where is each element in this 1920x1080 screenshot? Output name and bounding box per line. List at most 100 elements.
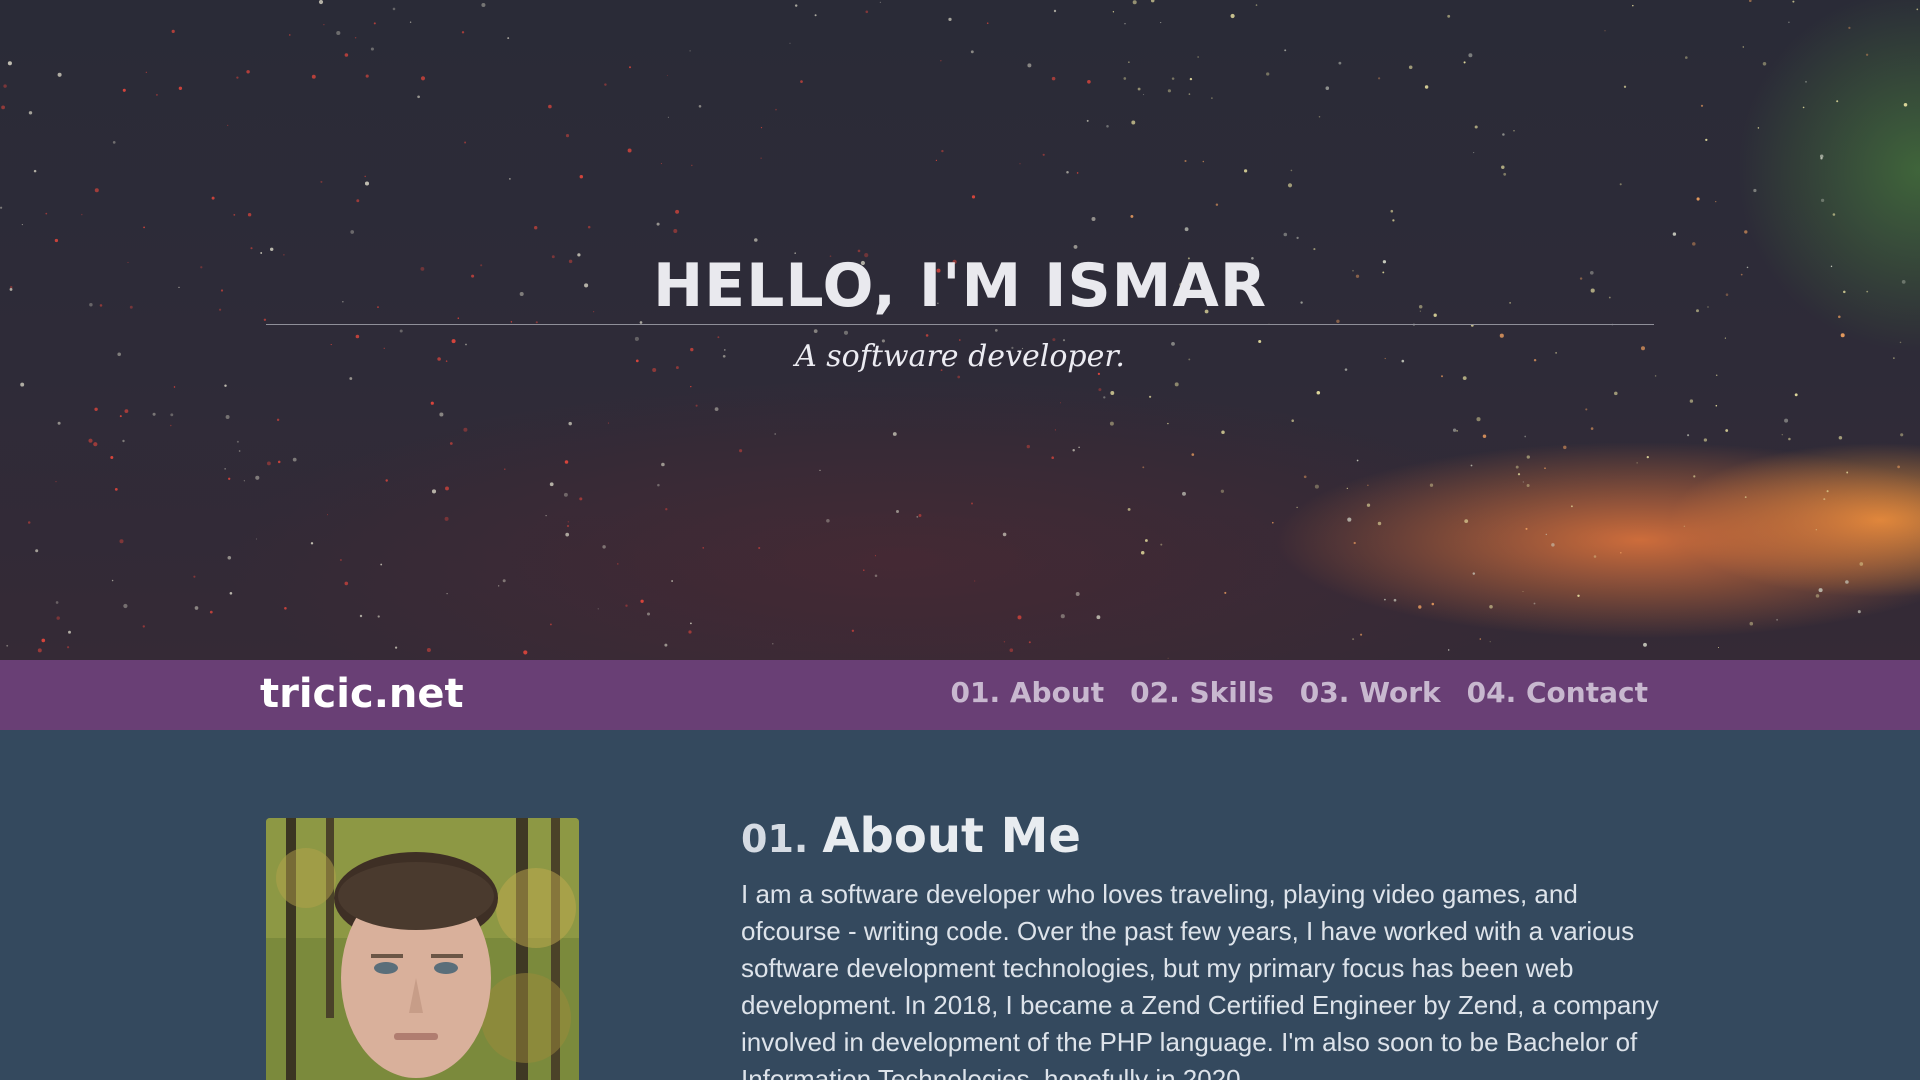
star <box>640 599 644 603</box>
nav-link-work[interactable]: 03. Work <box>1300 676 1441 709</box>
star <box>1788 437 1791 441</box>
star <box>1590 427 1594 430</box>
star <box>27 521 31 524</box>
star <box>1053 9 1057 13</box>
star <box>1903 103 1908 107</box>
star <box>1290 169 1293 172</box>
star <box>896 510 899 513</box>
star <box>211 196 215 200</box>
star <box>627 148 632 153</box>
star <box>1106 125 1109 128</box>
star <box>739 449 743 453</box>
star <box>1060 614 1065 619</box>
nav-link-skills[interactable]: 02. Skills <box>1130 676 1274 709</box>
star <box>370 47 374 51</box>
star <box>646 612 651 616</box>
star <box>1901 280 1906 284</box>
star <box>502 579 506 583</box>
star <box>1463 61 1466 64</box>
star <box>349 377 353 380</box>
star <box>364 181 370 186</box>
star <box>1476 417 1481 422</box>
star <box>1140 550 1145 555</box>
star <box>236 440 239 443</box>
star <box>20 382 25 387</box>
star <box>1794 393 1798 397</box>
star <box>1456 430 1458 432</box>
navbar: tricic.net 01. About 02. Skills 03. Work… <box>0 660 1920 730</box>
star <box>664 643 668 647</box>
star <box>33 169 37 173</box>
hero-title: HELLO, I'M ISMAR <box>652 251 1268 321</box>
star <box>1823 498 1826 501</box>
star <box>1075 592 1080 596</box>
star <box>88 438 93 443</box>
star <box>1287 183 1293 188</box>
star <box>1526 455 1530 459</box>
star <box>1916 8 1919 11</box>
star <box>449 442 453 445</box>
star <box>1526 483 1530 488</box>
star <box>1700 104 1704 107</box>
star <box>1291 419 1294 422</box>
star <box>660 163 662 165</box>
star <box>170 413 174 417</box>
star <box>1893 357 1895 359</box>
star <box>971 195 976 199</box>
star <box>1859 562 1864 566</box>
star <box>1424 85 1429 89</box>
star <box>1462 376 1467 381</box>
star <box>365 74 369 78</box>
star <box>1740 273 1743 276</box>
star <box>1489 605 1493 609</box>
star <box>224 384 227 387</box>
star <box>1725 293 1729 296</box>
star <box>1346 487 1348 490</box>
star <box>356 199 360 203</box>
star <box>1513 130 1515 132</box>
star <box>1515 465 1519 469</box>
star <box>1672 232 1677 236</box>
star <box>359 614 363 618</box>
star <box>1857 610 1861 614</box>
star <box>1059 402 1062 404</box>
star <box>1272 521 1274 524</box>
star <box>1296 506 1298 509</box>
star <box>1230 13 1235 19</box>
star <box>364 175 366 178</box>
star <box>81 213 83 216</box>
star <box>1 105 5 110</box>
star <box>688 630 692 634</box>
star <box>1452 428 1457 432</box>
star <box>99 304 103 307</box>
star <box>892 432 897 436</box>
star <box>431 489 437 494</box>
star <box>1160 22 1162 24</box>
star <box>1356 459 1359 462</box>
star <box>1390 209 1394 213</box>
nav-link-contact[interactable]: 04. Contact <box>1467 676 1648 709</box>
star <box>1142 466 1145 469</box>
star <box>145 71 147 73</box>
brand-link[interactable]: tricic.net <box>260 671 464 717</box>
star <box>1132 0 1137 5</box>
star <box>1693 475 1696 478</box>
star <box>117 352 121 357</box>
star <box>1470 464 1473 467</box>
star <box>57 421 61 425</box>
star <box>310 542 314 545</box>
star <box>1051 76 1056 81</box>
section-title: About Me <box>822 808 1081 864</box>
nav-link-about[interactable]: 01. About <box>951 676 1105 709</box>
star <box>1685 56 1688 59</box>
star <box>420 76 426 81</box>
profile-photo-illustration <box>266 818 579 1080</box>
star <box>1393 598 1397 602</box>
star <box>1551 543 1555 547</box>
star <box>129 305 133 309</box>
star <box>1110 391 1115 395</box>
star <box>1533 602 1536 605</box>
star <box>1503 172 1507 176</box>
star <box>1303 475 1307 479</box>
hero-divider <box>266 324 1654 325</box>
